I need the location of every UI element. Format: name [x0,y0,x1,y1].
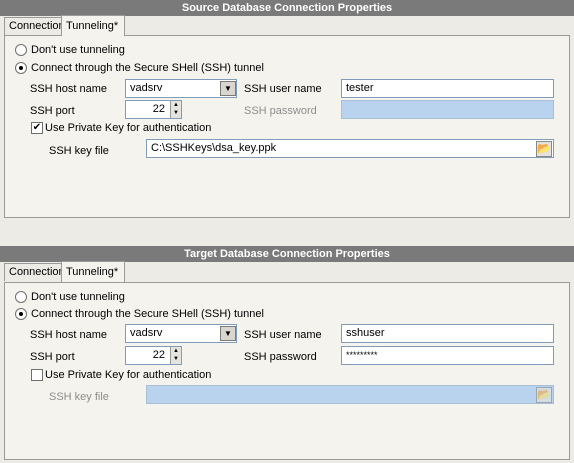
source-port-value: 22 [152,103,165,115]
source-tab-connection[interactable]: Connection [4,17,65,35]
chevron-down-icon[interactable]: ▼ [220,81,236,96]
chevron-down-icon[interactable]: ▼ [220,326,236,341]
checkmark-icon: ✔ [32,122,42,133]
target-port-value: 22 [152,349,165,361]
target-radio-no-tunnel[interactable] [15,291,27,303]
source-keyfile-value: C:\SSHKeys\dsa_key.ppk [151,142,277,154]
source-keyfile-input[interactable]: C:\SSHKeys\dsa_key.ppk [146,139,554,158]
source-private-key-checkbox[interactable]: ✔ [31,122,43,134]
source-keyfile-label: SSH key file [49,145,109,157]
target-section-header: Target Database Connection Properties [0,246,574,262]
source-host-label: SSH host name [30,83,108,95]
source-port-label: SSH port [30,105,75,117]
target-tab-connection[interactable]: Connection [4,263,65,281]
target-private-key-checkbox[interactable] [31,369,43,381]
folder-open-icon[interactable]: 📂 [536,141,552,157]
spin-stepper-icon[interactable]: ▲ ▼ [170,347,181,364]
target-password-label: SSH password [244,351,317,363]
source-radio-no-tunnel[interactable] [15,44,27,56]
source-user-input[interactable]: tester [341,79,554,98]
target-host-value: vadsrv [130,327,163,339]
target-radio-ssh-tunnel[interactable] [15,308,27,320]
spin-stepper-icon[interactable]: ▲ ▼ [170,101,181,118]
source-password-label: SSH password [244,105,317,117]
folder-open-icon[interactable]: 📂 [536,387,552,403]
target-keyfile-label: SSH key file [49,391,109,403]
target-host-label: SSH host name [30,329,108,341]
target-radio-ssh-tunnel-label: Connect through the Secure SHell (SSH) t… [31,308,264,320]
source-radio-no-tunnel-label: Don't use tunneling [31,44,125,56]
source-user-label: SSH user name [244,83,322,95]
target-private-key-label: Use Private Key for authentication [45,369,212,381]
source-radio-ssh-tunnel-label: Connect through the Secure SHell (SSH) t… [31,62,264,74]
target-user-label: SSH user name [244,329,322,341]
target-password-input[interactable]: ********* [341,346,554,365]
source-password-input[interactable] [341,100,554,119]
source-private-key-label: Use Private Key for authentication [45,122,212,134]
target-radio-no-tunnel-label: Don't use tunneling [31,291,125,303]
target-user-input[interactable]: sshuser [341,324,554,343]
source-section-header: Source Database Connection Properties [0,0,574,16]
source-host-value: vadsrv [130,82,163,94]
target-port-label: SSH port [30,351,75,363]
target-keyfile-input[interactable] [146,385,554,404]
source-tab-tunneling[interactable]: Tunneling* [61,15,125,36]
target-tab-tunneling[interactable]: Tunneling* [61,261,125,282]
source-radio-ssh-tunnel[interactable] [15,62,27,74]
